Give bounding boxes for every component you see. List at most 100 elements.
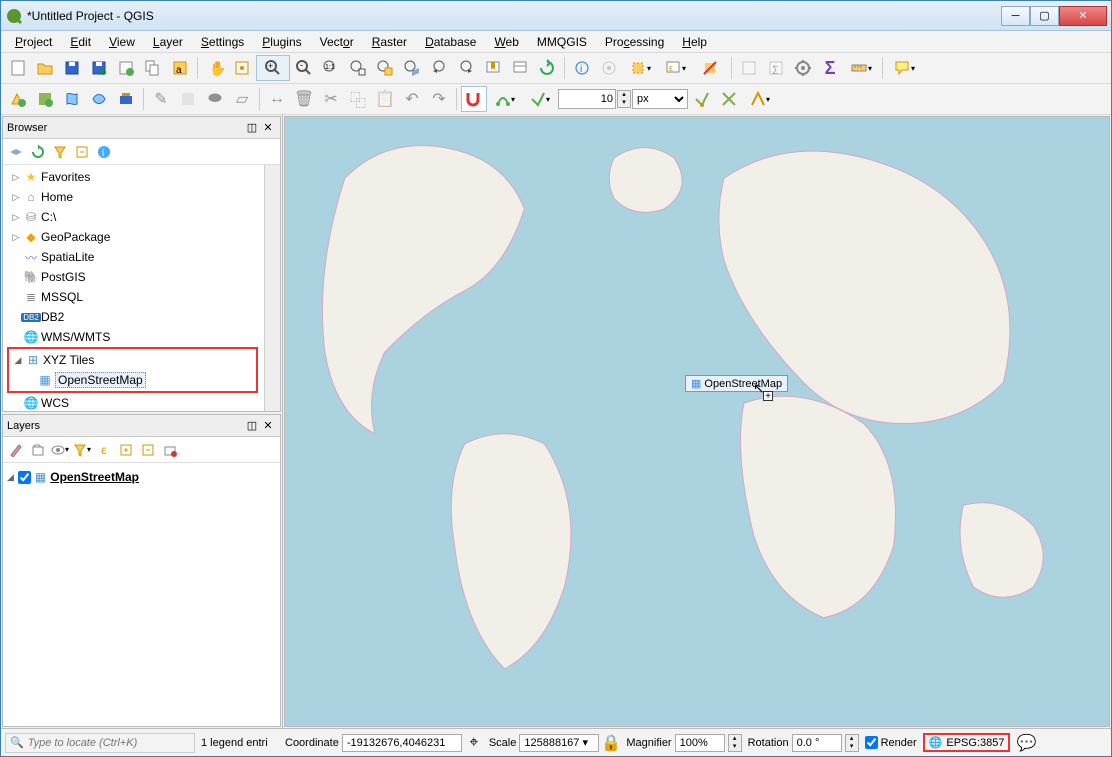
new-virtual-button[interactable] [113,86,139,112]
menu-web[interactable]: Web [486,33,526,51]
select-by-value-button[interactable]: ε▾ [658,55,692,81]
layers-undock-button[interactable]: ◫ [244,418,260,434]
snap-tolerance-input[interactable] [558,89,616,109]
zoom-out-button[interactable]: - [291,55,317,81]
snap-intersection-button[interactable] [716,86,742,112]
open-project-button[interactable] [32,55,58,81]
browser-undock-button[interactable]: ◫ [244,120,260,136]
zoom-native-button[interactable]: 1:1 [318,55,344,81]
tree-xyz[interactable]: ◢⊞XYZ Tiles [9,350,256,370]
new-shapefile-button[interactable] [59,86,85,112]
statistics-button[interactable]: Σ [817,55,843,81]
render-checkbox[interactable] [865,736,878,749]
measure-button[interactable]: ▾ [844,55,878,81]
deselect-button[interactable] [693,55,727,81]
messages-icon[interactable]: 💬 [1016,733,1036,753]
tree-cdrive[interactable]: ▷⛁C:\ [3,207,264,227]
filter-icon[interactable] [49,141,71,163]
trace-button[interactable]: ▾ [743,86,777,112]
menu-view[interactable]: View [101,33,143,51]
menu-mmqgis[interactable]: MMQGIS [529,33,595,51]
zoom-selection-button[interactable] [372,55,398,81]
menu-plugins[interactable]: Plugins [254,33,309,51]
tree-postgis[interactable]: 🐘PostGIS [3,267,264,287]
crs-button[interactable]: 🌐 EPSG:3857 [923,733,1011,752]
menu-vector[interactable]: Vector [312,33,362,51]
new-print-layout-button[interactable] [113,55,139,81]
zoom-last-button[interactable] [426,55,452,81]
menu-layer[interactable]: Layer [145,33,191,51]
layers-close-button[interactable]: ✕ [260,418,276,434]
layers-style-icon[interactable] [5,439,27,461]
coordinate-value[interactable]: -19132676,4046231 [342,734,462,752]
maximize-button[interactable]: ▢ [1030,6,1059,26]
layout-manager-button[interactable] [140,55,166,81]
tree-wcs[interactable]: 🌐WCS [3,393,264,411]
locator-input[interactable] [28,737,168,749]
save-as-button[interactable]: ✚ [86,55,112,81]
coordinate-toggle-icon[interactable]: ⌖ [465,734,483,752]
zoom-layer-button[interactable] [399,55,425,81]
tree-geopackage[interactable]: ▷◆GeoPackage [3,227,264,247]
zoom-in-button[interactable]: + [256,55,290,81]
new-spatialite-button[interactable] [86,86,112,112]
browser-close-button[interactable]: ✕ [260,120,276,136]
scale-lock-icon[interactable]: 🔒 [602,734,620,752]
tree-home[interactable]: ▷⌂Home [3,187,264,207]
select-features-button[interactable]: ▾ [623,55,657,81]
new-bookmark-button[interactable] [480,55,506,81]
pan-to-selection-button[interactable] [229,55,255,81]
tree-favorites[interactable]: ▷★Favorites [3,167,264,187]
layer-osm[interactable]: ◢ ▦ OpenStreetMap [7,467,276,487]
magnifier-spinner[interactable]: ▴▾ [728,734,742,752]
close-button[interactable]: ✕ [1059,6,1107,26]
tree-db2[interactable]: DB2DB2 [3,307,264,327]
minimize-button[interactable]: ─ [1001,6,1030,26]
rotation-value[interactable]: 0.0 ° [792,734,842,752]
menu-project[interactable]: Project [7,33,60,51]
layers-visibility-icon[interactable]: ▾ [49,439,71,461]
menu-database[interactable]: Database [417,33,484,51]
tree-wms[interactable]: 🌐WMS/WMTS [3,327,264,347]
refresh-icon[interactable] [27,141,49,163]
layers-add-group-icon[interactable] [27,439,49,461]
layers-expand-icon[interactable] [115,439,137,461]
identify-button[interactable]: i [569,55,595,81]
snap-tolerance-spinner[interactable]: ▴▾ [617,90,631,108]
layers-collapse-icon[interactable] [137,439,159,461]
magnifier-value[interactable]: 100% [675,734,725,752]
zoom-next-button[interactable] [453,55,479,81]
menu-settings[interactable]: Settings [193,33,252,51]
layers-remove-icon[interactable] [159,439,181,461]
snap-type-button[interactable]: ▾ [488,86,522,112]
pan-button[interactable]: ✋ [202,55,228,81]
tree-osm[interactable]: ▦OpenStreetMap [9,370,256,390]
rotation-spinner[interactable]: ▴▾ [845,734,859,752]
tree-mssql[interactable]: ≣MSSQL [3,287,264,307]
topo-edit-button[interactable] [689,86,715,112]
snapping-button[interactable] [461,86,487,112]
snap-unit-select[interactable]: px [632,89,688,109]
scale-value[interactable]: 125888167 ▾ [519,734,599,752]
snap-mode-button[interactable]: ▾ [523,86,557,112]
menu-raster[interactable]: Raster [364,33,415,51]
menu-help[interactable]: Help [674,33,715,51]
map-tips-button[interactable]: ▾ [887,55,921,81]
refresh-button[interactable] [534,55,560,81]
layers-filter-icon[interactable]: ▾ [71,439,93,461]
add-vector-button[interactable] [5,86,31,112]
add-layer-icon[interactable] [5,141,27,163]
toolbox-button[interactable] [790,55,816,81]
browser-tree[interactable]: ▷★Favorites ▷⌂Home ▷⛁C:\ ▷◆GeoPackage 〰S… [3,165,264,411]
map-canvas[interactable]: ▦ OpenStreetMap ↖ + [284,116,1110,727]
new-project-button[interactable] [5,55,31,81]
style-manager-button[interactable]: a [167,55,193,81]
properties-icon[interactable]: i [93,141,115,163]
layers-list[interactable]: ◢ ▦ OpenStreetMap [3,463,280,491]
save-project-button[interactable] [59,55,85,81]
show-bookmarks-button[interactable] [507,55,533,81]
menu-processing[interactable]: Processing [597,33,672,51]
zoom-full-button[interactable] [345,55,371,81]
menu-edit[interactable]: Edit [62,33,99,51]
locator[interactable]: 🔍 [5,733,195,753]
